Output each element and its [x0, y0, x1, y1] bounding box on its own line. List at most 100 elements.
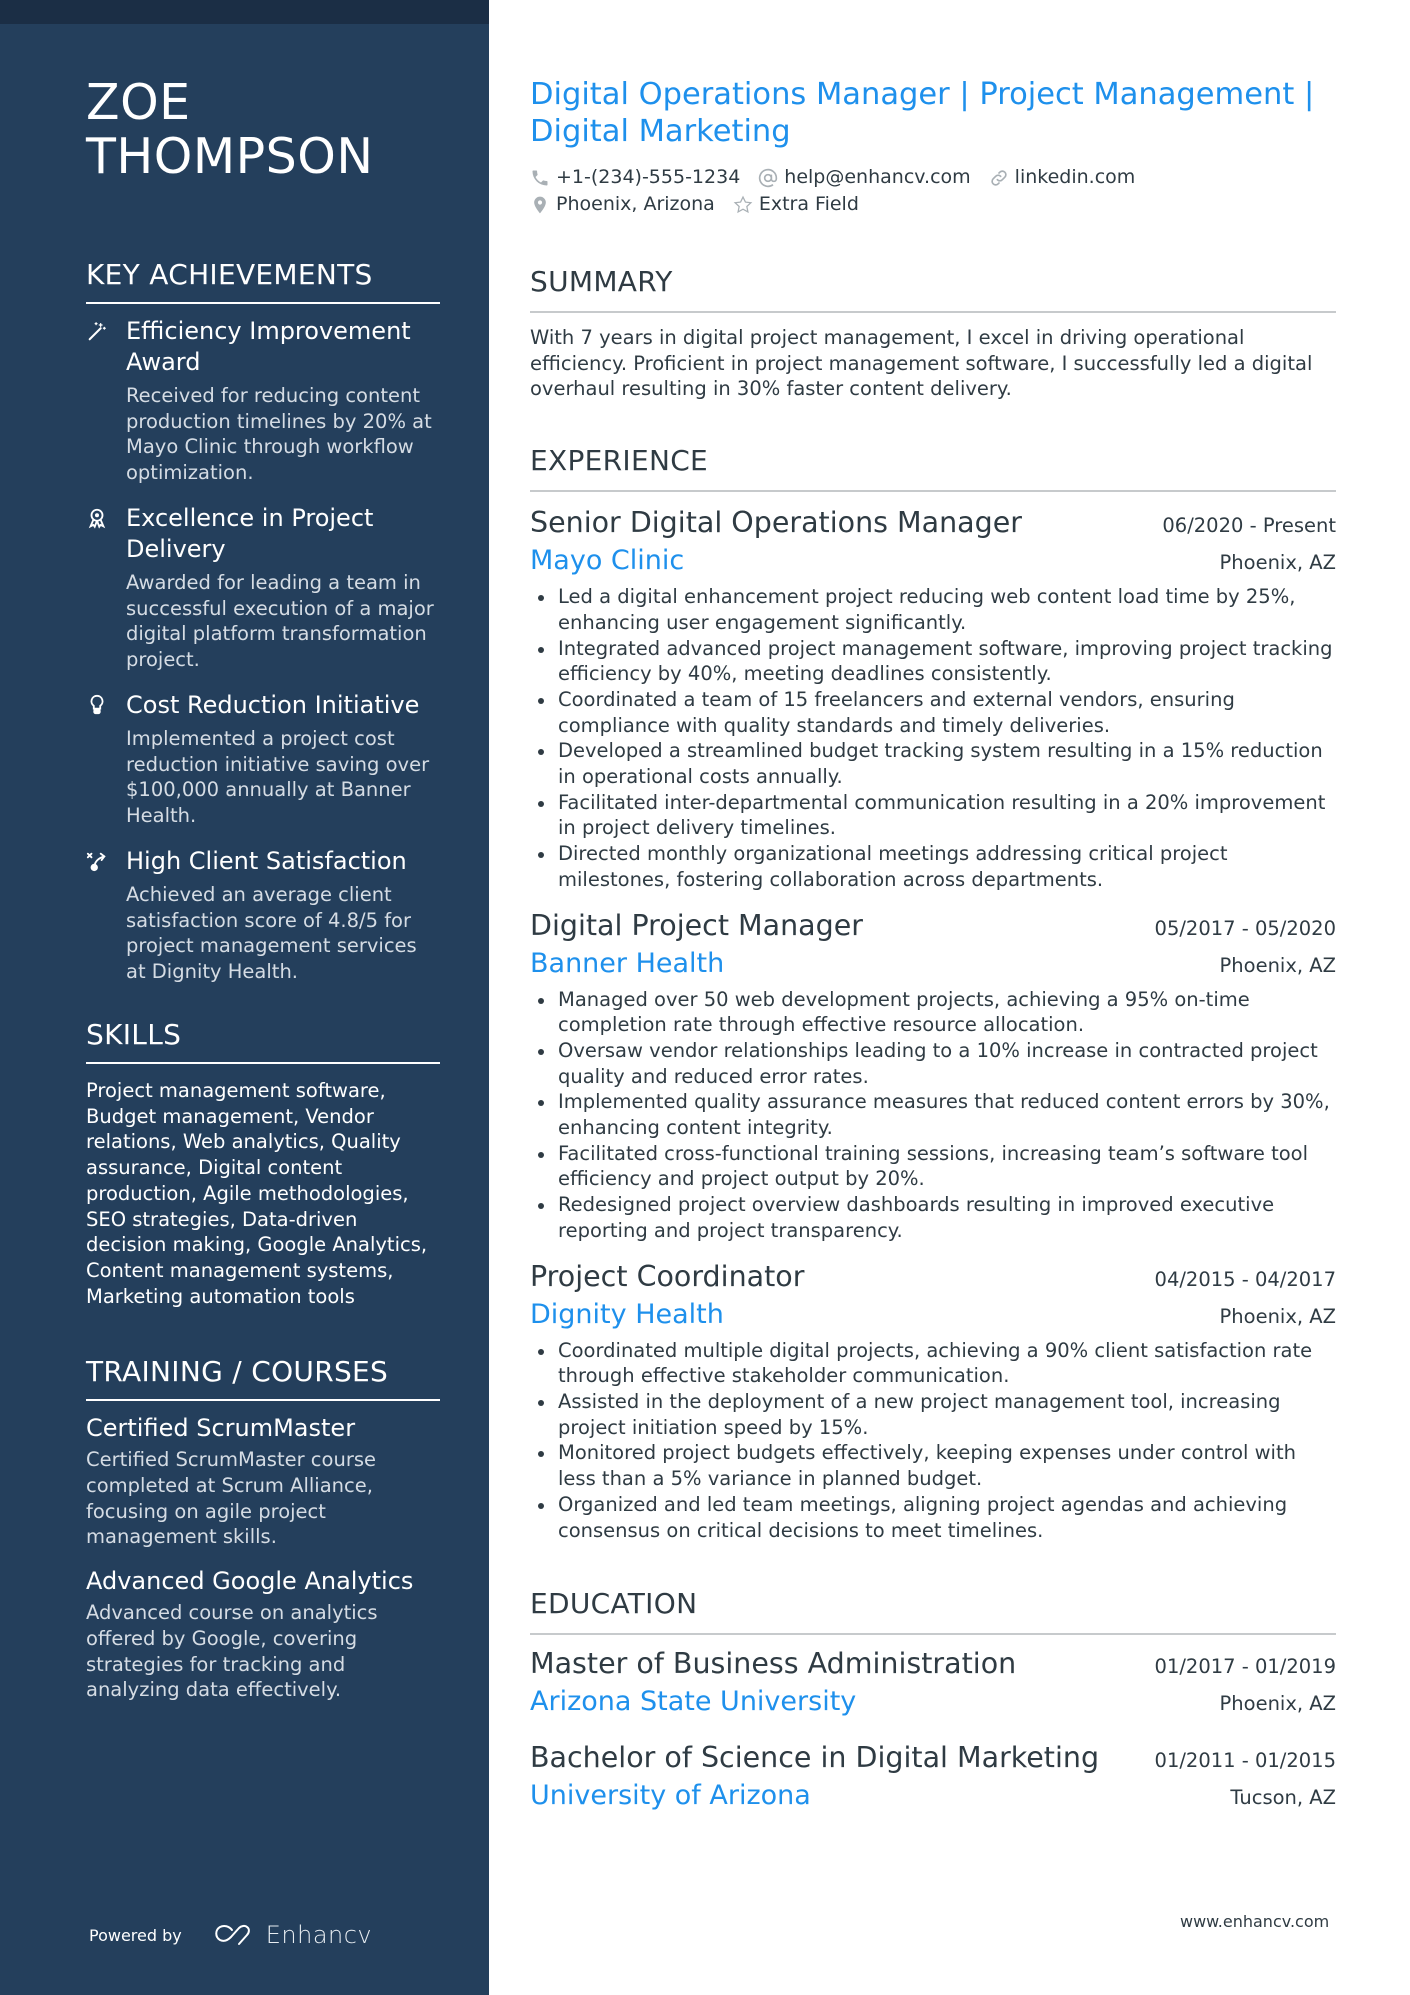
job-title: Digital Project Manager	[530, 908, 863, 942]
bullet-item: Facilitated cross-functional training se…	[530, 1141, 1336, 1192]
achievement-title: Excellence in Project Delivery	[126, 504, 374, 563]
education-section: EDUCATION Master of Business Administrat…	[530, 1587, 1336, 1815]
course-desc: Certified ScrumMaster course completed a…	[86, 1448, 376, 1549]
powered-by: Powered by Enhancv	[89, 1921, 372, 1949]
powered-by-label: Powered by	[89, 1925, 182, 1945]
training-section: TRAINING / COURSES Certified ScrumMaster…	[86, 1355, 440, 1703]
school: Arizona State University	[530, 1686, 857, 1718]
summary-heading: SUMMARY	[530, 265, 1336, 313]
job-company: Mayo Clinic	[530, 545, 685, 577]
skills-section: SKILLS Project management software, Budg…	[86, 1018, 440, 1309]
job-location: Phoenix, AZ	[1219, 953, 1336, 977]
course-title: Advanced Google Analytics	[86, 1567, 414, 1596]
skills-heading: SKILLS	[86, 1018, 440, 1064]
phone-value: +1-(234)-555-1234	[556, 166, 741, 188]
lightbulb-icon	[86, 690, 126, 828]
summary-text: With 7 years in digital project manageme…	[530, 326, 1313, 401]
phone-icon	[532, 170, 548, 185]
bullet-item: Coordinated multiple digital projects, a…	[530, 1338, 1336, 1389]
achievement-title: Efficiency Improvement Award	[126, 317, 411, 376]
job-entry: Senior Digital Operations Manager 06/202…	[530, 504, 1336, 892]
job-dates: 06/2020 - Present	[1162, 514, 1336, 538]
achievement-item: High Client Satisfaction Achieved an ave…	[86, 846, 440, 984]
education-entry: Bachelor of Science in Digital Marketing…	[530, 1739, 1336, 1815]
course-item: Advanced Google Analytics Advanced cours…	[86, 1566, 440, 1703]
course-title: Certified ScrumMaster	[86, 1414, 356, 1443]
award-ribbon-icon	[86, 503, 126, 672]
experience-section: EXPERIENCE Senior Digital Operations Man…	[530, 444, 1336, 1543]
course-item: Certified ScrumMaster Certified ScrumMas…	[86, 1413, 440, 1550]
achievement-item: Efficiency Improvement Award Received fo…	[86, 316, 440, 485]
contact-phone[interactable]: +1-(234)-555-1234	[530, 164, 740, 191]
achievements-section: KEY ACHIEVEMENTS Efficiency Improvement …	[86, 258, 440, 984]
contact-email[interactable]: help@enhancv.com	[758, 164, 971, 191]
job-location: Phoenix, AZ	[1219, 551, 1336, 575]
bullet-item: Oversaw vendor relationships leading to …	[530, 1038, 1336, 1089]
education-heading: EDUCATION	[530, 1587, 1336, 1636]
training-heading: TRAINING / COURSES	[86, 1355, 440, 1402]
bullet-item: Developed a streamlined budget tracking …	[530, 738, 1336, 789]
extra-value: Extra Field	[758, 193, 859, 215]
achievement-title: Cost Reduction Initiative	[126, 691, 420, 719]
degree: Bachelor of Science in Digital Marketing	[530, 1741, 1100, 1775]
job-bullets: Coordinated multiple digital projects, a…	[530, 1338, 1336, 1544]
at-sign-icon	[759, 168, 778, 187]
bullet-item: Coordinated a team of 15 freelancers and…	[530, 687, 1336, 738]
name-first: ZOE	[86, 74, 191, 131]
sidebar: ZOE THOMPSON KEY ACHIEVEMENTS Efficiency…	[0, 0, 489, 1995]
achievement-desc: Implemented a project cost reduction ini…	[126, 727, 430, 827]
job-title: Project Coordinator	[530, 1259, 805, 1293]
skills-list: Project management software, Budget mana…	[86, 1079, 428, 1308]
course-desc: Advanced course on analytics offered by …	[86, 1601, 378, 1702]
degree: Master of Business Administration	[530, 1647, 1017, 1681]
summary-section: SUMMARY With 7 years in digital project …	[530, 265, 1336, 402]
contact-extra: Extra Field	[733, 191, 859, 218]
strategy-path-icon	[86, 846, 126, 984]
job-bullets: Managed over 50 web development projects…	[530, 987, 1336, 1244]
contact-info: +1-(234)-555-1234 help@enhancv.com linke…	[530, 164, 1336, 218]
footer-url[interactable]: www.enhancv.com	[1180, 1912, 1329, 1931]
bullet-item: Monitored project budgets effectively, k…	[530, 1440, 1336, 1491]
bullet-item: Assisted in the deployment of a new proj…	[530, 1389, 1336, 1440]
job-title: Senior Digital Operations Manager	[530, 506, 1022, 540]
enhancv-logo-icon	[214, 1924, 250, 1945]
job-company: Dignity Health	[530, 1298, 724, 1330]
location-pin-icon	[534, 196, 546, 213]
contact-website[interactable]: linkedin.com	[989, 164, 1136, 191]
school: University of Arizona	[530, 1780, 811, 1812]
achievement-title: High Client Satisfaction	[126, 847, 407, 875]
achievement-desc: Received for reducing content production…	[126, 384, 432, 484]
link-icon	[990, 169, 1007, 186]
job-entry: Project Coordinator 04/2015 - 04/2017 Di…	[530, 1258, 1336, 1544]
job-entry: Digital Project Manager 05/2017 - 05/202…	[530, 907, 1336, 1244]
bullet-item: Led a digital enhancement project reduci…	[530, 584, 1336, 635]
main-content: Digital Operations Manager | Project Man…	[530, 76, 1336, 1825]
edu-dates: 01/2011 - 01/2015	[1154, 1749, 1336, 1773]
achievement-item: Excellence in Project Delivery Awarded f…	[86, 503, 440, 672]
achievement-desc: Achieved an average client satisfaction …	[126, 883, 417, 983]
name-last: THOMPSON	[86, 128, 374, 185]
enhancv-brand[interactable]: Enhancv	[266, 1921, 372, 1949]
experience-heading: EXPERIENCE	[530, 444, 1336, 493]
edu-dates: 01/2017 - 01/2019	[1154, 1655, 1336, 1679]
location-value: Phoenix, Arizona	[556, 193, 715, 215]
job-company: Banner Health	[530, 947, 725, 979]
headline: Digital Operations Manager | Project Man…	[530, 77, 1315, 149]
achievements-heading: KEY ACHIEVEMENTS	[86, 258, 440, 304]
bullet-item: Directed monthly organizational meetings…	[530, 841, 1336, 892]
bullet-item: Integrated advanced project management s…	[530, 636, 1336, 687]
candidate-name: ZOE THOMPSON	[86, 76, 440, 184]
sidebar-top-band	[0, 0, 489, 24]
education-entry: Master of Business Administration 01/201…	[530, 1645, 1336, 1721]
job-location: Phoenix, AZ	[1219, 1304, 1336, 1328]
magic-wand-icon	[86, 316, 126, 485]
job-bullets: Led a digital enhancement project reduci…	[530, 584, 1336, 892]
job-dates: 04/2015 - 04/2017	[1154, 1267, 1336, 1291]
bullet-item: Implemented quality assurance measures t…	[530, 1089, 1336, 1140]
achievement-item: Cost Reduction Initiative Implemented a …	[86, 690, 440, 828]
edu-location: Phoenix, AZ	[1219, 1692, 1336, 1716]
bullet-item: Redesigned project overview dashboards r…	[530, 1192, 1336, 1243]
website-value: linkedin.com	[1014, 166, 1136, 188]
bullet-item: Managed over 50 web development projects…	[530, 987, 1336, 1038]
job-dates: 05/2017 - 05/2020	[1154, 916, 1336, 940]
